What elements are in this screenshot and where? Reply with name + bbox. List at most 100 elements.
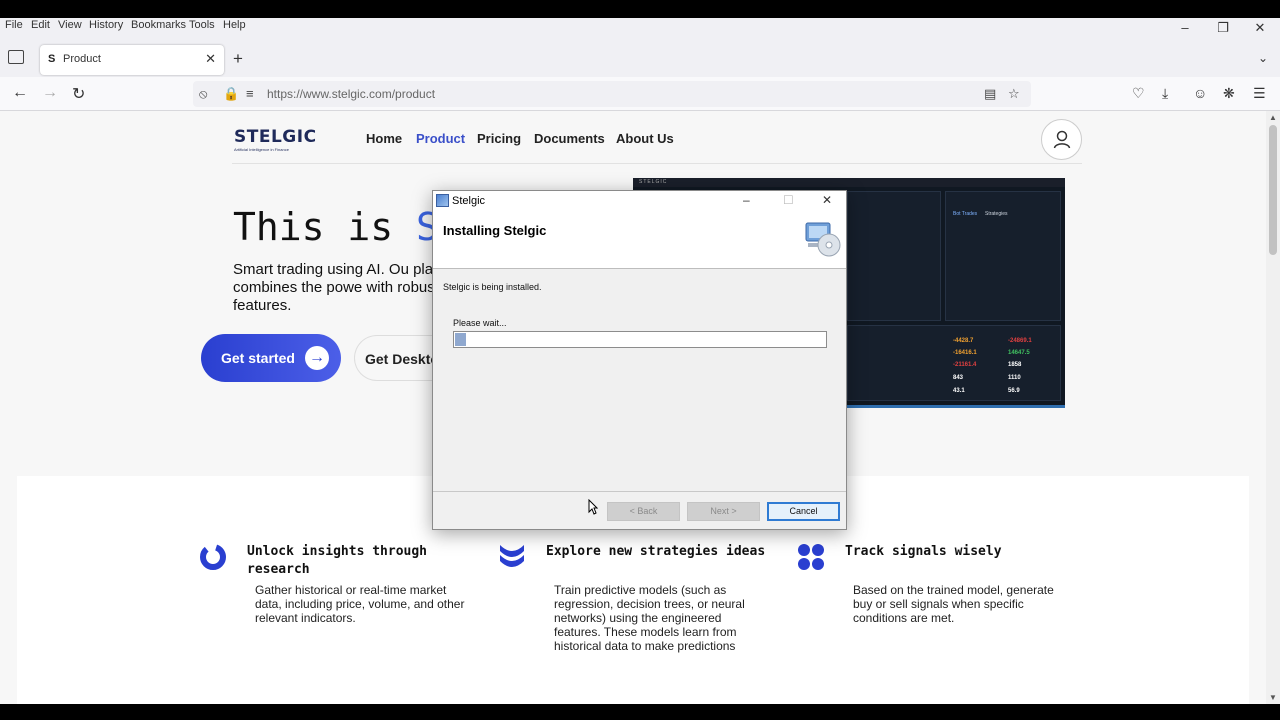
arrow-right-icon: → — [305, 346, 329, 370]
forward-icon[interactable]: → — [42, 84, 58, 102]
nav-home[interactable]: Home — [366, 131, 402, 146]
insights-icon — [200, 544, 226, 570]
address-bar[interactable]: ⦸ 🔒 ≡ https://www.stelgic.com/product ▤ … — [193, 81, 1031, 107]
hero-title: This is St — [233, 205, 462, 249]
install-progress-bar — [453, 331, 827, 348]
dialog-close-button[interactable]: ✕ — [822, 193, 832, 207]
menu-help[interactable]: Help — [223, 19, 246, 31]
menu-bookmarks[interactable]: Bookmarks — [131, 19, 186, 31]
feature-title: Track signals wisely — [845, 544, 1002, 559]
metric-value: 1858 — [1008, 362, 1022, 368]
tab-strip: S Product ✕ + ⌄ — [0, 35, 1280, 77]
dashboard-tab-bot-trades: Bot Trades — [953, 211, 978, 217]
scroll-up-icon[interactable]: ▲ — [1269, 113, 1277, 122]
nav-product[interactable]: Product — [416, 131, 465, 146]
close-window-button[interactable]: ✕ — [1241, 20, 1279, 36]
get-started-label: Get started — [221, 350, 295, 366]
back-icon[interactable]: ← — [12, 84, 28, 102]
tab-product[interactable]: S Product ✕ — [40, 45, 224, 75]
metric-value: 1110 — [1008, 375, 1021, 381]
computer-cd-icon — [805, 222, 841, 257]
reload-icon[interactable]: ↻ — [72, 84, 85, 104]
restore-window-button[interactable]: ❐ — [1204, 20, 1242, 36]
metric-value: -24869.1 — [1008, 338, 1032, 344]
bottom-black-bar — [0, 704, 1280, 720]
hero-title-prefix: This is — [233, 205, 417, 249]
menu-tools[interactable]: Tools — [189, 19, 215, 31]
dialog-minimize-button[interactable]: – — [743, 193, 750, 207]
navigation-toolbar: ← → ↻ ⦸ 🔒 ≡ https://www.stelgic.com/prod… — [0, 77, 1280, 111]
cancel-button[interactable]: Cancel — [767, 502, 840, 521]
back-button[interactable]: < Back — [607, 502, 680, 521]
tab-overview-icon[interactable] — [8, 50, 24, 64]
get-desktop-label: Get Deskto — [365, 351, 439, 367]
install-status-text: Stelgic is being installed. — [443, 282, 542, 292]
pocket-icon[interactable]: ♡ — [1132, 85, 1145, 102]
lock-icon[interactable]: 🔒 — [223, 86, 239, 102]
permissions-icon[interactable]: ≡ — [246, 86, 254, 101]
nav-about-us[interactable]: About Us — [616, 131, 674, 146]
menu-history[interactable]: History — [89, 19, 123, 31]
nav-documents[interactable]: Documents — [534, 131, 605, 146]
bookmark-star-icon[interactable]: ☆ — [1008, 86, 1020, 102]
feature-title: Unlock insights through research — [247, 544, 428, 577]
top-black-bar — [0, 0, 1280, 18]
scroll-thumb[interactable] — [1269, 125, 1277, 255]
logo-tagline: Artificial Intelligence in Finance — [234, 147, 289, 152]
account-icon[interactable]: ☺ — [1193, 85, 1207, 101]
extensions-icon[interactable]: ❋ — [1223, 85, 1235, 102]
menu-file[interactable]: File — [5, 19, 23, 31]
please-wait-label: Please wait... — [453, 318, 507, 328]
dialog-maximize-button: ☐ — [783, 193, 794, 207]
installer-app-icon — [436, 194, 449, 207]
downloads-icon[interactable]: ⤓ — [1162, 85, 1168, 102]
menu-edit[interactable]: Edit — [31, 19, 50, 31]
reader-view-icon[interactable]: ▤ — [984, 86, 996, 102]
nav-pricing[interactable]: Pricing — [477, 131, 521, 146]
scroll-down-icon[interactable]: ▼ — [1269, 693, 1277, 702]
tab-title: Product — [63, 53, 101, 65]
installer-heading: Installing Stelgic — [443, 223, 547, 238]
strategies-icon — [500, 545, 524, 567]
stelgic-logo[interactable]: STELGIC Artificial Intelligence in Finan… — [234, 127, 317, 152]
feature-text: Train predictive models (such as regress… — [554, 583, 745, 653]
minimize-window-button[interactable]: – — [1166, 20, 1204, 35]
user-icon — [1053, 130, 1071, 149]
feature-text: Based on the trained model, generate buy… — [853, 583, 1054, 625]
metric-value: 43.1 — [953, 388, 965, 394]
url-text[interactable]: https://www.stelgic.com/product — [267, 87, 435, 101]
metric-value: -16416.1 — [953, 350, 977, 356]
dialog-banner: Installing Stelgic — [433, 212, 846, 269]
metric-value: 56.9 — [1008, 388, 1020, 394]
close-tab-icon[interactable]: ✕ — [205, 51, 216, 67]
metric-value: 14647.5 — [1008, 350, 1030, 356]
dialog-footer-divider — [433, 491, 846, 492]
list-tabs-chevron-icon[interactable]: ⌄ — [1258, 51, 1268, 65]
dashboard-progress-strip — [847, 405, 1065, 408]
installer-dialog: Stelgic – ☐ ✕ Installing Stelgic Stelgic… — [432, 190, 847, 530]
mouse-cursor-icon — [588, 499, 598, 515]
next-button[interactable]: Next > — [687, 502, 760, 521]
feature-text: Gather historical or real-time market da… — [255, 583, 465, 625]
dashboard-settings-panel — [847, 191, 941, 321]
metric-value: 843 — [953, 375, 964, 381]
feature-title: Explore new strategies ideas — [546, 544, 766, 559]
new-tab-icon[interactable]: + — [233, 49, 243, 69]
metric-value: -21161.4 — [953, 362, 977, 368]
tracking-protection-icon[interactable]: ⦸ — [199, 86, 207, 102]
menu-view[interactable]: View — [58, 19, 82, 31]
dialog-title: Stelgic — [452, 195, 486, 207]
app-menu-icon[interactable]: ☰ — [1253, 85, 1266, 102]
signals-icon — [798, 544, 824, 570]
logo-text: STELGIC — [234, 127, 317, 147]
get-started-button[interactable]: Get started → — [201, 334, 341, 382]
header-divider — [232, 163, 1082, 164]
page-scrollbar[interactable]: ▲ ▼ — [1266, 111, 1280, 704]
dashboard-tab-strategies: Strategies — [985, 211, 1008, 217]
menu-bar: File Edit View History Bookmarks Tools H… — [0, 18, 1280, 35]
dialog-titlebar[interactable]: Stelgic – ☐ ✕ — [433, 191, 846, 212]
progress-fill — [455, 333, 466, 346]
stelgic-favicon-icon: S — [48, 53, 56, 65]
metric-value: -4428.7 — [953, 338, 974, 344]
user-account-button[interactable] — [1041, 119, 1082, 160]
